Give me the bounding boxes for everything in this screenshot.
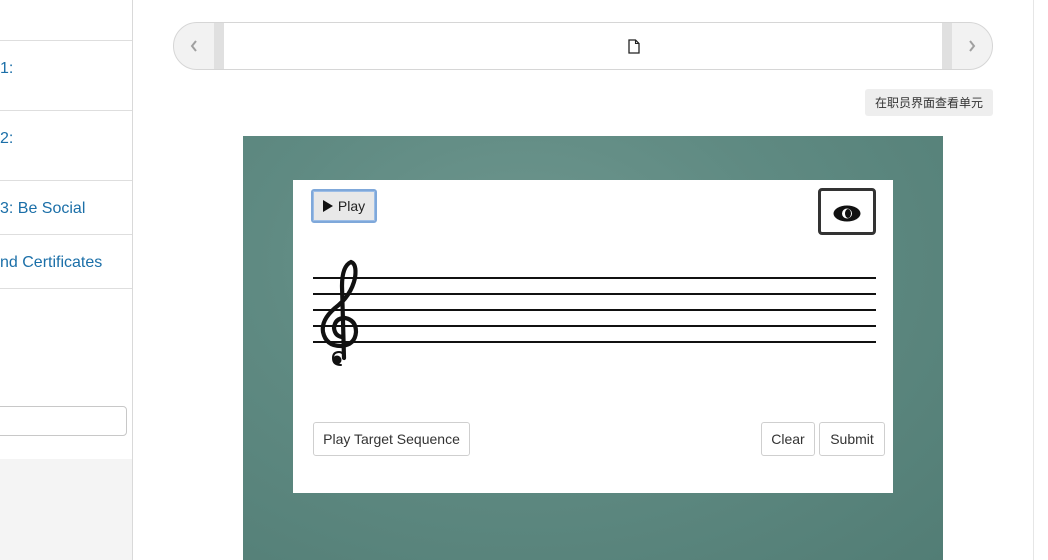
toggle-visibility-button[interactable] (818, 188, 876, 235)
sidebar-item-3[interactable]: 3: Be Social (0, 180, 132, 234)
sidebar-item-label: nd Certificates (0, 254, 103, 271)
sidebar-item-2[interactable]: 2: (0, 110, 132, 180)
sidebar-search-input[interactable] (0, 406, 127, 436)
sidebar-item-label: 1: (0, 60, 14, 77)
play-target-sequence-button[interactable]: Play Target Sequence (313, 422, 470, 456)
play-button[interactable]: Play (311, 189, 377, 223)
sidebar-item-label: 3: Be Social (0, 200, 86, 217)
sequence-nav (173, 22, 993, 70)
sequence-prev-button[interactable] (174, 23, 214, 69)
view-in-staff-button[interactable]: 在职员界面查看单元 (865, 89, 993, 116)
sidebar-item-label: 2: (0, 130, 14, 147)
sequence-next-button[interactable] (952, 23, 992, 69)
course-sidebar: 1: 2: 3: Be Social nd Certificates (0, 0, 133, 560)
play-triangle-icon (322, 200, 333, 212)
music-staff[interactable] (313, 248, 878, 378)
clear-button[interactable]: Clear (761, 422, 815, 456)
submit-button[interactable]: Submit (819, 422, 885, 456)
content-right-border (1033, 0, 1034, 560)
document-icon (628, 39, 640, 54)
sidebar-item-1[interactable]: 1: (0, 40, 132, 110)
play-label: Play (337, 198, 366, 214)
chalkboard-background: Play Play Target Sequence Clear Submit (243, 136, 943, 560)
sequence-unit-tab[interactable] (214, 23, 952, 69)
music-exercise-panel: Play Play Target Sequence Clear Submit (293, 180, 893, 493)
chevron-left-icon (190, 40, 197, 52)
eye-icon (833, 205, 861, 222)
sidebar-item-4[interactable]: nd Certificates (0, 234, 132, 289)
chevron-right-icon (969, 40, 976, 52)
